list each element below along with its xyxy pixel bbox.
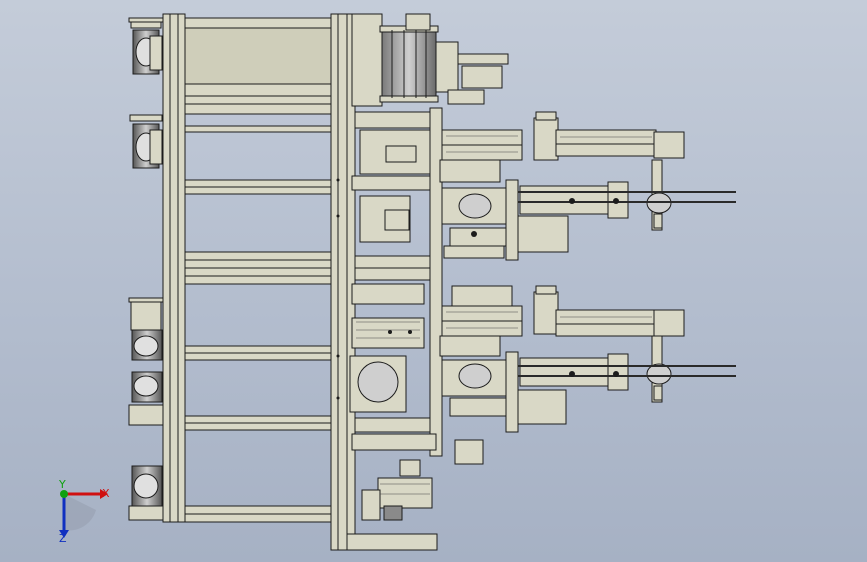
frame-column-middle [330, 13, 348, 551]
machine-assembly-model[interactable] [0, 0, 867, 562]
cylinder-arm-upper [519, 111, 685, 231]
tank-box [184, 17, 332, 97]
x-axis-label: X [102, 487, 110, 500]
caster-wheels [128, 17, 164, 521]
cad-graphics-viewport[interactable]: X Y Z [0, 0, 867, 562]
y-axis-label: Y [59, 478, 66, 491]
y-axis-dot [60, 490, 68, 498]
coordinate-triad: X Y Z [48, 478, 118, 548]
frame-rails [184, 95, 332, 523]
cylinder-arm-lower [519, 285, 685, 403]
frame-column-left [162, 13, 186, 523]
z-axis-label: Z [59, 532, 67, 545]
